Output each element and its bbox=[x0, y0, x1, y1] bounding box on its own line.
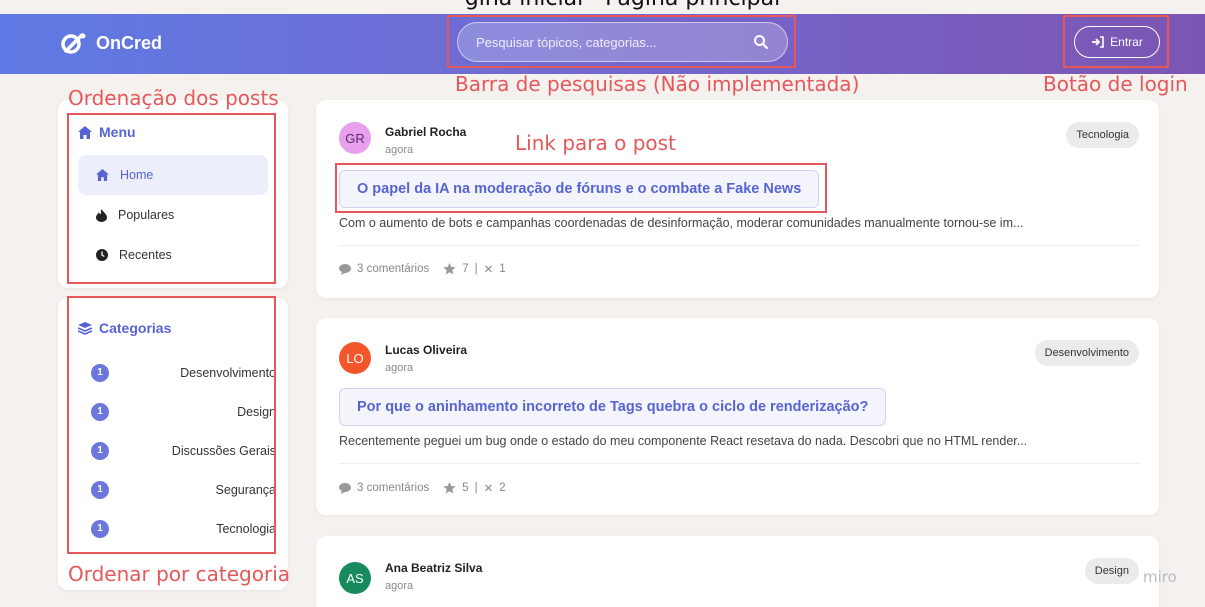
cropped-title: gina inicial - Página principal bbox=[0, 0, 1205, 11]
clock-icon bbox=[96, 249, 108, 261]
category-label: Tecnologia bbox=[216, 521, 276, 536]
logo-text: OnCred bbox=[96, 32, 163, 53]
logo[interactable]: OnCred bbox=[60, 31, 162, 55]
category-item-seguranca[interactable]: 1 Segurança bbox=[58, 470, 288, 509]
category-count-badge: 1 bbox=[91, 441, 109, 460]
sidebar-item-label: Populares bbox=[118, 208, 175, 222]
separator: | bbox=[474, 482, 478, 494]
comment-icon bbox=[339, 482, 351, 494]
divider bbox=[339, 463, 1139, 464]
menu-card: Menu Home Populares Recentes bbox=[58, 100, 288, 288]
comment-icon bbox=[339, 263, 351, 275]
category-item-tecnologia[interactable]: 1 Tecnologia bbox=[58, 509, 288, 548]
post-meta: 3 comentários 5 | ✕ 2 bbox=[339, 481, 506, 495]
category-label: Design bbox=[237, 404, 276, 419]
post-author[interactable]: Gabriel Rocha bbox=[385, 125, 466, 139]
post-time: agora bbox=[385, 362, 414, 374]
annotation-post-link: Link para o post bbox=[515, 131, 676, 155]
sidebar-item-label: Home bbox=[120, 168, 154, 182]
post-title-link[interactable]: Por que o aninhamento incorreto de Tags … bbox=[339, 388, 887, 426]
sidebar-item-label: Recentes bbox=[119, 248, 172, 262]
home-icon bbox=[96, 169, 109, 181]
category-item-discussoes-gerais[interactable]: 1 Discussões Gerais bbox=[58, 431, 288, 470]
home-icon bbox=[78, 125, 92, 139]
post-time: agora bbox=[385, 144, 414, 156]
category-label: Segurança bbox=[215, 482, 276, 497]
star-icon[interactable] bbox=[443, 263, 456, 275]
separator: | bbox=[474, 263, 478, 275]
annotation-search-bar: Barra de pesquisas (Não implementada) bbox=[455, 72, 860, 96]
sidebar-item-populares[interactable]: Populares bbox=[78, 195, 268, 235]
annotation-sort-posts: Ordenação dos posts bbox=[68, 86, 279, 110]
layers-icon bbox=[78, 321, 92, 335]
comment-count[interactable]: 3 comentários bbox=[357, 482, 429, 494]
x-count: 2 bbox=[499, 482, 506, 494]
sidebar-item-home[interactable]: Home bbox=[78, 155, 268, 195]
post-excerpt: Com o aumento de bots e campanhas coorde… bbox=[339, 216, 1024, 230]
login-button[interactable]: Entrar bbox=[1074, 26, 1160, 58]
category-label: Desenvolvimento bbox=[180, 365, 276, 380]
post-time: agora bbox=[385, 580, 414, 592]
divider bbox=[339, 245, 1139, 246]
search-icon[interactable] bbox=[753, 34, 769, 50]
categories-title: Categorias bbox=[78, 320, 171, 336]
category-label: Discussões Gerais bbox=[171, 443, 276, 458]
category-count-badge: 1 bbox=[91, 363, 109, 382]
sidebar-item-recentes[interactable]: Recentes bbox=[78, 235, 268, 275]
avatar[interactable]: LO bbox=[339, 342, 371, 374]
x-count: 1 bbox=[499, 263, 506, 275]
post-card: GR Gabriel Rocha agora Tecnologia O pape… bbox=[316, 100, 1159, 298]
menu-title: Menu bbox=[78, 124, 136, 140]
x-icon[interactable]: ✕ bbox=[484, 262, 494, 276]
post-meta: 3 comentários 7 | ✕ 1 bbox=[339, 262, 506, 276]
avatar[interactable]: GR bbox=[339, 122, 371, 154]
post-title-link[interactable]: O papel da IA na moderação de fóruns e o… bbox=[339, 170, 820, 208]
post-tag[interactable]: Design bbox=[1084, 558, 1139, 584]
x-icon[interactable]: ✕ bbox=[484, 481, 494, 495]
login-label: Entrar bbox=[1110, 35, 1143, 49]
star-count: 7 bbox=[462, 263, 469, 275]
post-card: LO Lucas Oliveira agora Desenvolvimento … bbox=[316, 318, 1159, 515]
category-item-desenvolvimento[interactable]: 1 Desenvolvimento bbox=[58, 353, 288, 392]
login-icon bbox=[1092, 36, 1104, 48]
category-count-badge: 1 bbox=[91, 402, 109, 421]
category-count-badge: 1 bbox=[91, 480, 109, 499]
category-count-badge: 1 bbox=[91, 519, 109, 538]
categories-card: Categorias 1 Desenvolvimento 1 Design 1 … bbox=[58, 298, 288, 590]
annotation-login-button: Botão de login bbox=[1043, 72, 1188, 96]
post-author[interactable]: Ana Beatriz Silva bbox=[385, 561, 482, 575]
miro-watermark: miro bbox=[1143, 568, 1177, 586]
post-tag[interactable]: Desenvolvimento bbox=[1034, 340, 1139, 366]
logo-icon bbox=[61, 33, 86, 54]
search-input[interactable] bbox=[476, 34, 753, 50]
star-icon[interactable] bbox=[443, 482, 456, 494]
category-item-design[interactable]: 1 Design bbox=[58, 392, 288, 431]
post-card: AS Ana Beatriz Silva agora Design bbox=[316, 536, 1159, 607]
avatar[interactable]: AS bbox=[339, 562, 371, 594]
star-count: 5 bbox=[462, 482, 469, 494]
top-navbar: OnCred Entrar bbox=[0, 14, 1205, 74]
post-excerpt: Recentemente peguei um bug onde o estado… bbox=[339, 434, 1028, 448]
post-tag[interactable]: Tecnologia bbox=[1066, 122, 1139, 148]
comment-count[interactable]: 3 comentários bbox=[357, 263, 429, 275]
annotation-sort-category: Ordenar por categoria bbox=[68, 562, 291, 586]
search-bar[interactable] bbox=[457, 22, 788, 62]
post-author[interactable]: Lucas Oliveira bbox=[385, 343, 467, 357]
fire-icon bbox=[96, 208, 107, 222]
